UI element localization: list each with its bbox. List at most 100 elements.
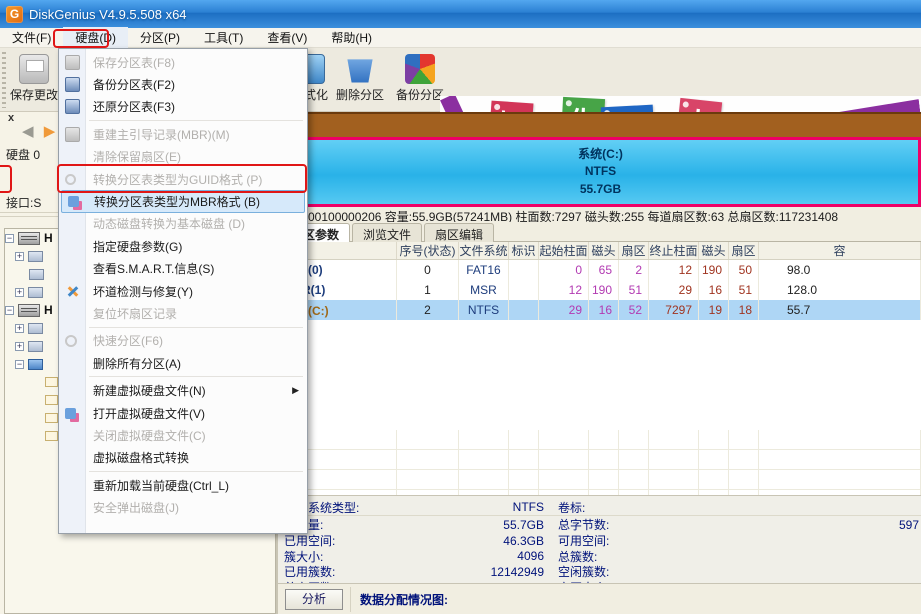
disk-icon [18,304,40,317]
rebuild-mbr-icon [65,127,80,142]
folder-icon [45,377,58,387]
restore-icon [65,99,80,114]
expand-icon[interactable]: + [15,252,24,261]
floppy-icon [65,55,80,70]
menu-item-save-partition-table: 保存分区表(F8) [59,51,307,73]
menu-item-convert-vdisk-format[interactable]: 虚拟磁盘格式转换 [59,447,307,469]
nav-back-icon[interactable]: ◀ [22,123,34,140]
menu-item-rebuild-mbr: 重建主引导记录(MBR)(M) [59,123,307,145]
annotation-box-disk-menu [53,29,109,48]
folder-icon [45,413,58,423]
tab-sector-edit[interactable]: 扇区编辑 [424,223,494,242]
menu-item-open-virtual-disk[interactable]: 打开虚拟硬盘文件(V) [59,402,307,424]
allocation-map-label: 数据分配情况图: [360,591,448,608]
disk-info-line: 00100000206 容量:55.9GB(57241MB) 柱面数:7297 … [278,208,921,222]
partition-icon [28,287,43,298]
repair-tools-icon [65,284,80,299]
nav-arrows: ◀ ▶ [22,122,55,140]
save-changes-button[interactable]: 保存更改 [6,51,62,109]
clock-icon [65,335,77,347]
menu-item-quick-partition: 快速分区(F6) [59,330,307,352]
partition-size: 55.7GB [580,181,621,198]
partition-icon [29,269,44,280]
main-panel: 系统(C:) NTFS 55.7GB 00100000206 容量:55.9GB… [278,112,921,614]
delete-partition-label: 删除分区 [336,88,384,102]
partition-icon [28,341,43,352]
partition-name: 系统(C:) [578,146,623,163]
save-changes-icon [19,54,49,84]
submenu-arrow-icon: ▶ [292,385,299,396]
collapse-icon[interactable]: − [15,360,24,369]
footer-bar: 分析 数据分配情况图: [278,583,921,614]
detail-row: 簇大小:4096 总簇数: [278,548,921,564]
table-row-system-c[interactable]: 系统(C:) 2 NTFS 29 16 52 7297 19 18 55.7 [278,300,921,320]
menu-item-view-smart[interactable]: 查看S.M.A.R.T.信息(S) [59,258,307,280]
partition-table: 序号(状态) 文件系统标识 起始柱面磁头 扇区终止柱面 磁头扇区 容 ESP(0… [278,242,921,495]
detail-row: 总容量:55.7GB 总字节数:597 [278,517,921,533]
title-bar[interactable]: G DiskGenius V4.9.5.508 x64 [0,0,921,28]
backup-partition-icon [405,54,435,84]
delete-partition-button[interactable]: 删除分区 [332,51,388,109]
diskgenius-window: G DiskGenius V4.9.5.508 x64 文件(F) 硬盘(D) … [0,0,921,614]
menu-separator [89,327,303,328]
menu-item-restore-partition-table[interactable]: 还原分区表(F3) [59,96,307,118]
menu-item-reset-bad-sector: 复位坏扇区记录 [59,302,307,324]
delete-partition-icon [345,54,375,84]
menu-item-dynamic-to-basic: 动态磁盘转换为基本磁盘 (D) [59,213,307,235]
sidebar-close-button[interactable]: x [8,112,14,124]
menu-item-close-virtual-disk: 关闭虚拟硬盘文件(C) [59,424,307,446]
disk-band [280,112,921,137]
menu-item-bad-sector-check[interactable]: 坏道检测与修复(Y) [59,280,307,302]
detail-row: 已用簇数:12142949 空闲簇数: [278,564,921,580]
convert-mbr-icon [68,196,79,207]
disk-dropdown-menu: 保存分区表(F8) 备份分区表(F2) 还原分区表(F3) 重建主引导记录(MB… [58,48,308,534]
partition-map: 系统(C:) NTFS 55.7GB [280,112,921,207]
detail-row: 文件系统类型:NTFS 卷标: [278,499,921,516]
empty-table-area [278,430,921,495]
annotation-box-convert-guid [57,164,307,193]
menu-help[interactable]: 帮助(H) [319,27,384,48]
menu-item-safe-eject: 安全弹出磁盘(J) [59,496,307,518]
menu-separator [89,120,303,121]
nav-forward-icon[interactable]: ▶ [44,123,56,140]
menu-item-reload-current-disk[interactable]: 重新加载当前硬盘(Ctrl_L) [59,474,307,496]
menu-item-specify-disk-params[interactable]: 指定硬盘参数(G) [59,235,307,257]
tab-browse-files[interactable]: 浏览文件 [352,223,422,242]
app-logo-icon: G [6,6,23,23]
annotation-fragment-left-edge [0,165,12,193]
table-row-msr[interactable]: MSR(1) 1 MSR 12 190 51 29 16 51 128.0 [278,280,921,300]
save-changes-label: 保存更改 [10,88,58,102]
menu-partition[interactable]: 分区(P) [128,27,192,48]
backup-partition-label: 备份分区 [396,88,444,102]
collapse-icon[interactable]: − [5,234,14,243]
folder-icon [45,431,58,441]
collapse-icon[interactable]: − [5,306,14,315]
window-title: DiskGenius V4.9.5.508 x64 [29,7,187,22]
menu-separator [89,471,303,472]
disk-icon [18,232,40,245]
sidebar-disk-label: 硬盘 0 [6,146,58,163]
menu-item-backup-partition-table[interactable]: 备份分区表(F2) [59,73,307,95]
expand-icon[interactable]: + [15,324,24,333]
menu-view[interactable]: 查看(V) [255,27,319,48]
menu-item-delete-all-partitions[interactable]: 删除所有分区(A) [59,352,307,374]
detail-row: 已用空间:46.3GB 可用空间: [278,533,921,549]
menu-item-convert-to-mbr[interactable]: 转换分区表类型为MBR格式 (B) [61,190,305,212]
partition-fs: NTFS [585,163,616,180]
expand-icon[interactable]: + [15,342,24,351]
menu-separator [89,376,303,377]
menu-item-new-virtual-disk[interactable]: 新建虚拟硬盘文件(N) ▶ [59,379,307,401]
analyze-button[interactable]: 分析 [285,589,343,610]
partition-icon [28,323,43,334]
table-row-esp[interactable]: ESP(0) 0 FAT16 0 65 2 12 190 50 98.0 [278,260,921,280]
open-vdisk-icon [65,408,76,419]
menu-bar: 文件(F) 硬盘(D) 分区(P) 工具(T) 查看(V) 帮助(H) [0,28,921,48]
expand-icon[interactable]: + [15,288,24,297]
menu-tools[interactable]: 工具(T) [192,27,255,48]
table-header-row: 序号(状态) 文件系统标识 起始柱面磁头 扇区终止柱面 磁头扇区 容 [278,242,921,260]
partition-icon [28,251,43,262]
partition-block-c[interactable]: 系统(C:) NTFS 55.7GB [280,137,921,207]
divider [350,587,351,612]
folder-icon [45,395,58,405]
backup-icon [65,77,80,92]
